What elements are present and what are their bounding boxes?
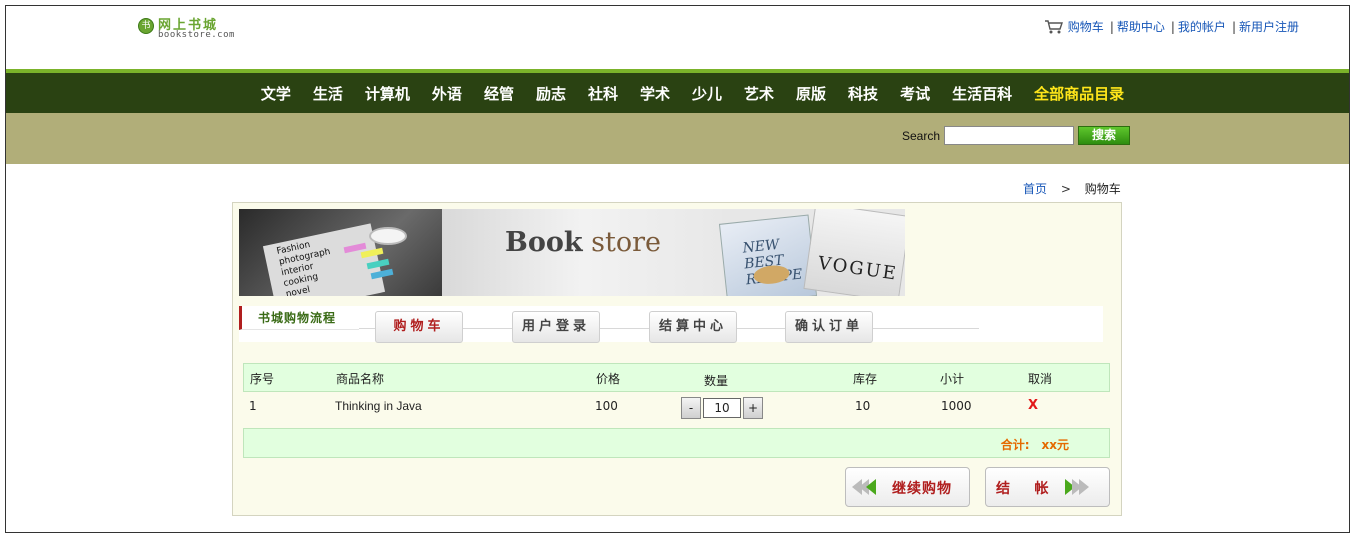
col-price: 价格 bbox=[596, 372, 621, 386]
nav-item-life[interactable]: 生活 bbox=[313, 83, 343, 104]
banner-book-title: VOGUE bbox=[816, 252, 899, 285]
cell-index: 1 bbox=[249, 399, 257, 413]
nav-item-original[interactable]: 原版 bbox=[796, 83, 826, 104]
step-cart[interactable]: 购物车 bbox=[375, 311, 463, 343]
cart-icon bbox=[1044, 19, 1063, 33]
nav-item-management[interactable]: 经管 bbox=[484, 83, 514, 104]
table-footer: 合计: xx元 bbox=[243, 428, 1110, 458]
banner-book-vogue: VOGUE bbox=[803, 209, 905, 296]
nav-item-encyclopedia[interactable]: 生活百科 bbox=[952, 83, 1012, 104]
search-bar: Search 搜索 bbox=[6, 113, 1349, 164]
separator: | bbox=[1109, 19, 1114, 34]
nav-item-all-categories[interactable]: 全部商品目录 bbox=[1034, 83, 1124, 104]
cart-link[interactable]: 购物车 bbox=[1068, 18, 1104, 35]
banner-book-recipe: NEW BEST RECIPE bbox=[718, 214, 818, 296]
qty-increase-button[interactable]: + bbox=[743, 397, 763, 419]
cart-panel: Fashion photograph interior cooking nove… bbox=[232, 202, 1122, 516]
back-arrows-icon bbox=[852, 479, 876, 495]
breadcrumb-home[interactable]: 首页 bbox=[1023, 182, 1047, 196]
page-frame: 书 网上书城 bookstore.com 购物车 | 帮助中心 | 我的帐户 |… bbox=[5, 5, 1350, 533]
breadcrumb-current: 购物车 bbox=[1084, 182, 1121, 196]
total-value: xx元 bbox=[1041, 438, 1069, 452]
continue-shopping-label: 继续购物 bbox=[892, 481, 952, 497]
nav-item-language[interactable]: 外语 bbox=[432, 83, 462, 104]
qty-decrease-button[interactable]: - bbox=[681, 397, 701, 419]
account-link[interactable]: 我的帐户 bbox=[1178, 18, 1226, 35]
order-total: 合计: xx元 bbox=[1001, 436, 1069, 453]
table-row: 1 Thinking in Java 100 - 10 + 10 1000 X bbox=[243, 392, 1110, 428]
process-title: 书城购物流程 bbox=[239, 306, 359, 330]
banner-title-b: store bbox=[591, 227, 661, 258]
book-icon: 书 bbox=[138, 18, 154, 34]
nav-item-children[interactable]: 少儿 bbox=[692, 83, 722, 104]
nav-item-art[interactable]: 艺术 bbox=[744, 83, 774, 104]
search-button[interactable]: 搜索 bbox=[1078, 126, 1130, 145]
qty-input[interactable]: 10 bbox=[703, 398, 741, 418]
category-nav: 文学 生活 计算机 外语 经管 励志 社科 学术 少儿 艺术 原版 科技 考试 … bbox=[6, 73, 1349, 113]
col-name: 商品名称 bbox=[336, 372, 385, 386]
top-links: 购物车 | 帮助中心 | 我的帐户 | 新用户注册 bbox=[1044, 18, 1299, 35]
forward-arrows-icon bbox=[1065, 479, 1089, 495]
col-cancel: 取消 bbox=[1028, 372, 1053, 386]
banner-title-a: Book bbox=[505, 227, 583, 258]
nav-item-academic[interactable]: 学术 bbox=[640, 83, 670, 104]
nav-item-inspiration[interactable]: 励志 bbox=[536, 83, 566, 104]
total-label: 合计: bbox=[1000, 438, 1030, 452]
cell-product-name: Thinking in Java bbox=[335, 399, 422, 413]
cart-table: 序号 商品名称 价格 数量 库存 小计 取消 1 Thinking in Jav… bbox=[243, 363, 1110, 458]
col-subtotal: 小计 bbox=[940, 372, 965, 386]
step-login[interactable]: 用户登录 bbox=[512, 311, 600, 343]
breadcrumb: 首页 > 购物车 bbox=[1023, 180, 1121, 197]
nav-item-technology[interactable]: 科技 bbox=[848, 83, 878, 104]
register-link[interactable]: 新用户注册 bbox=[1239, 18, 1299, 35]
nav-item-social-science[interactable]: 社科 bbox=[588, 83, 618, 104]
step-checkout-center[interactable]: 结算中心 bbox=[649, 311, 737, 343]
logo-subtitle: bookstore.com bbox=[158, 30, 235, 40]
col-index: 序号 bbox=[250, 372, 275, 386]
checkout-button[interactable]: 结 帐 bbox=[985, 467, 1110, 507]
remove-item-button[interactable]: X bbox=[1028, 398, 1038, 413]
shopping-process: 书城购物流程 购物车 用户登录 结算中心 确认订单 bbox=[239, 306, 1103, 343]
checkout-label: 结 帐 bbox=[996, 481, 1050, 497]
breadcrumb-arrow: > bbox=[1060, 182, 1071, 196]
coffee-cup bbox=[369, 227, 407, 245]
nav-item-literature[interactable]: 文学 bbox=[261, 83, 291, 104]
help-link[interactable]: 帮助中心 bbox=[1117, 18, 1165, 35]
cell-stock: 10 bbox=[855, 399, 871, 413]
search-input[interactable] bbox=[944, 126, 1074, 145]
col-quantity: 数量 bbox=[704, 374, 729, 388]
table-header: 序号 商品名称 价格 数量 库存 小计 取消 bbox=[243, 363, 1110, 392]
banner-words: Fashion photograph interior cooking nove… bbox=[276, 236, 339, 296]
back-arrow-icon bbox=[866, 479, 876, 495]
quantity-stepper: - 10 + bbox=[681, 397, 763, 419]
site-logo[interactable]: 书 网上书城 bookstore.com bbox=[138, 14, 248, 44]
banner-title: Book store bbox=[505, 227, 661, 258]
nav-item-computer[interactable]: 计算机 bbox=[365, 83, 410, 104]
cell-price: 100 bbox=[595, 399, 618, 413]
process-title-text: 书城购物流程 bbox=[258, 311, 337, 325]
forward-arrow-icon bbox=[1079, 479, 1089, 495]
col-stock: 库存 bbox=[853, 372, 878, 386]
step-confirm-order[interactable]: 确认订单 bbox=[785, 311, 873, 343]
banner-photo: Fashion photograph interior cooking nove… bbox=[239, 209, 442, 296]
continue-shopping-button[interactable]: 继续购物 bbox=[845, 467, 970, 507]
nav-item-exam[interactable]: 考试 bbox=[900, 83, 930, 104]
cell-subtotal: 1000 bbox=[941, 399, 972, 413]
search-label: Search bbox=[902, 129, 941, 143]
bookstore-banner: Fashion photograph interior cooking nove… bbox=[239, 209, 905, 296]
separator: | bbox=[1231, 19, 1236, 34]
separator: | bbox=[1170, 19, 1175, 34]
